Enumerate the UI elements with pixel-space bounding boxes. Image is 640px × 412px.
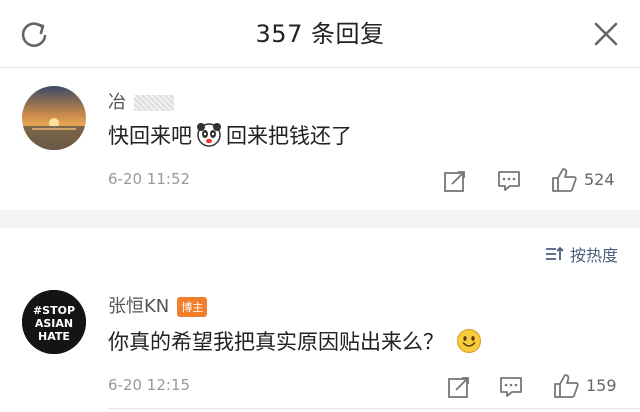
comment-icon[interactable]	[498, 374, 524, 400]
like-count: 524	[584, 170, 615, 189]
panda-face-emoji	[197, 123, 221, 147]
timestamp: 6-20 11:52	[108, 170, 191, 188]
svg-text:ASIAN: ASIAN	[35, 317, 73, 330]
comment-1: 冶 快回来吧 回来把钱还了 6-20 11:52 524	[0, 68, 640, 210]
sort-label[interactable]: 按热度	[570, 242, 618, 266]
like-icon[interactable]	[550, 166, 578, 194]
comment-icon[interactable]	[496, 168, 522, 194]
like-count: 159	[586, 376, 617, 395]
avatar[interactable]	[22, 86, 86, 150]
sort-icon	[545, 246, 564, 260]
username[interactable]: 冶	[108, 88, 174, 114]
comment-text-part-1: 你真的希望我把真实原因贴出来么？	[108, 330, 444, 354]
comment-text-part-1: 快回来吧	[108, 124, 192, 148]
share-icon[interactable]	[446, 374, 472, 400]
sunset-sea-avatar	[22, 86, 86, 150]
close-icon[interactable]	[592, 20, 620, 48]
page-title: 357 条回复	[255, 20, 385, 48]
username[interactable]: 张恒KN 博主	[108, 292, 208, 318]
comment-text: 你真的希望我把真实原因贴出来么？	[108, 326, 482, 356]
svg-text:#STOP: #STOP	[33, 304, 75, 317]
username-text[interactable]: 张恒KN	[108, 296, 169, 317]
share-icon[interactable]	[442, 168, 468, 194]
divider-line	[108, 408, 640, 409]
header: 357 条回复	[0, 0, 640, 68]
section-divider	[0, 210, 640, 228]
redacted-mask	[134, 95, 174, 111]
comment-2: #STOP ASIAN HATE 张恒KN 博主 你真的希望我把真实原因贴出来么？…	[0, 270, 640, 412]
blogger-badge: 博主	[177, 297, 208, 317]
svg-text:HATE: HATE	[38, 330, 70, 343]
stop-asian-hate-avatar: #STOP ASIAN HATE	[22, 290, 86, 354]
avatar[interactable]: #STOP ASIAN HATE	[22, 290, 86, 354]
comment-text: 快回来吧 回来把钱还了	[108, 120, 352, 150]
comment-text-part-2: 回来把钱还了	[226, 124, 352, 148]
timestamp: 6-20 12:15	[108, 376, 191, 394]
smile-emoji	[457, 329, 481, 353]
username-text[interactable]: 冶	[108, 92, 126, 113]
like-icon[interactable]	[552, 372, 580, 400]
sort-by-hot-button[interactable]: 按热度	[544, 242, 618, 266]
